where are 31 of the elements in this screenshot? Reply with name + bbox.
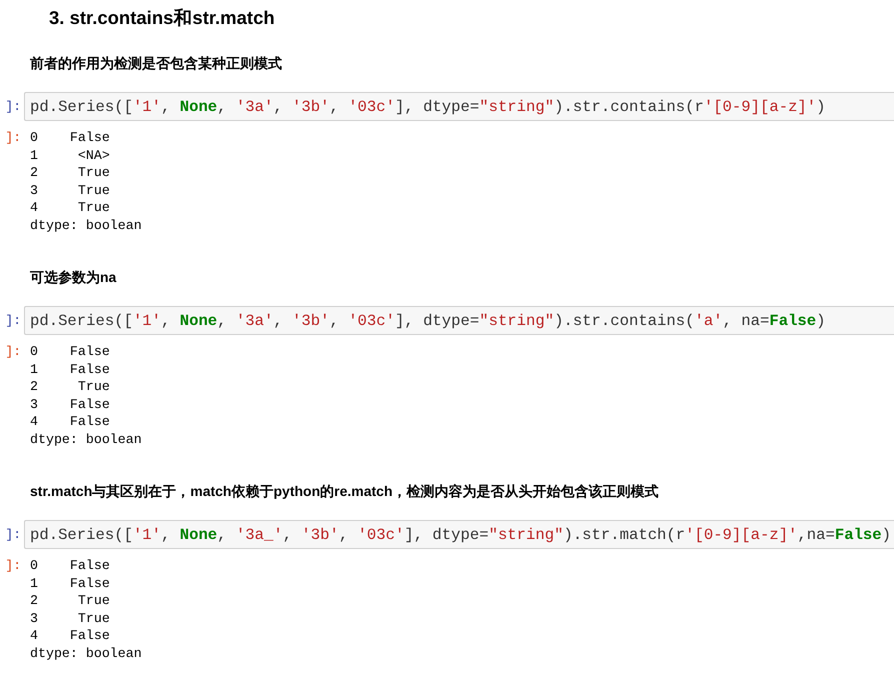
output-line: 4 False (30, 627, 110, 644)
output-prompt: ]: (4, 557, 22, 574)
output-line: 1 False (30, 574, 110, 592)
output-line: 2 True (30, 592, 110, 610)
output-line: dtype: boolean (30, 644, 142, 662)
output-line: 3 True (30, 182, 110, 199)
input-prompt: ]: (4, 99, 22, 114)
output-line: 1 False (30, 360, 110, 378)
output-line: 1 <NA> (30, 146, 110, 164)
input-prompt: ]: (4, 527, 22, 542)
output-line: 3 True (30, 610, 110, 627)
output-line: dtype: boolean (30, 430, 142, 448)
code-input[interactable]: pd.Series(['1', None, '3a', '3b', '03c'], dtype="string").str.contains('a', na=False) (24, 306, 894, 335)
output-line: dtype: boolean (30, 216, 142, 234)
output-line: 2 True (30, 378, 110, 396)
output-line: 4 False (30, 413, 110, 430)
output-line: 0 False (30, 557, 110, 574)
input-prompt: ]: (4, 313, 22, 328)
output-line: 4 True (30, 199, 110, 216)
output-line: 2 True (30, 164, 110, 182)
output-prompt: ]: (4, 129, 22, 146)
markdown-text: 可选参数为na (30, 268, 116, 287)
code-input[interactable]: pd.Series(['1', None, '3a', '3b', '03c'], dtype="string").str.contains(r'[0-9][a-z]') (24, 92, 894, 121)
markdown-text: str.match与其区别在于，match依赖于python的re.match，检测内容为是否从头开始包含该正则模式 (30, 482, 658, 501)
code-input[interactable]: pd.Series(['1', None, '3a_', '3b', '03c'], dtype="string").str.match(r'[0-9][a-z]',na=False) (24, 520, 894, 549)
output-line: 0 False (30, 343, 110, 360)
markdown-text: 前者的作用为检测是否包含某种正则模式 (30, 54, 282, 73)
section-heading: 3. str.contains和str.match (49, 6, 275, 30)
output-line: 0 False (30, 129, 110, 146)
output-prompt: ]: (4, 343, 22, 360)
output-line: 3 False (30, 396, 110, 413)
